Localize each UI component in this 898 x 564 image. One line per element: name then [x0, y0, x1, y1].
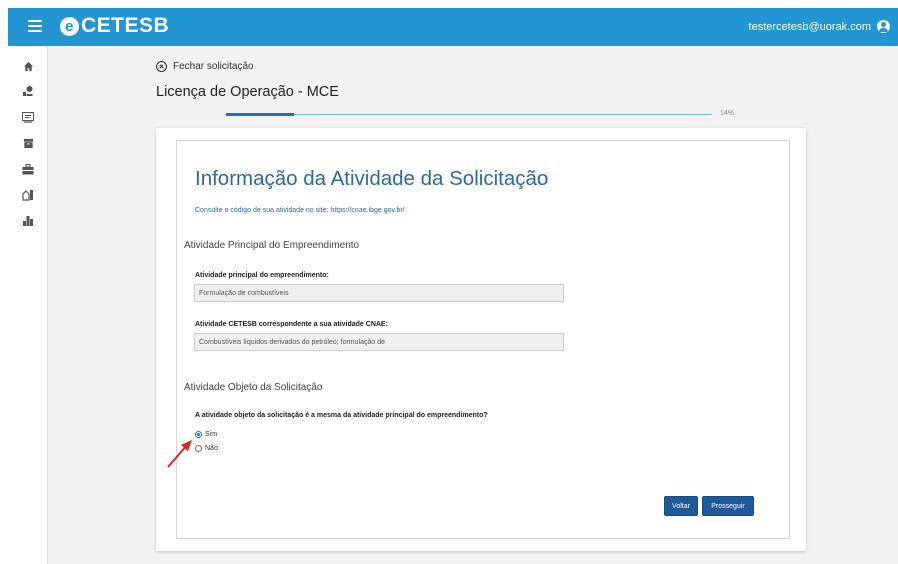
cnae-help-link[interactable]: Consulte o código de sua atividade no si…: [195, 207, 405, 214]
progress-bar: [226, 113, 712, 116]
user-menu[interactable]: testercetesb@uorak.com: [749, 20, 890, 33]
cetesb-activity-field[interactable]: Combustíveis líquidos derivados do petró…: [194, 333, 564, 351]
radio-no-button[interactable]: [195, 445, 202, 452]
progress-fill: [226, 113, 295, 116]
back-button[interactable]: Voltar: [664, 496, 698, 516]
top-bar: e CETESB testercetesb@uorak.com: [8, 8, 898, 46]
sidebar: [8, 46, 48, 564]
logo-mark-icon: e: [60, 16, 79, 36]
archive-icon[interactable]: [21, 136, 35, 150]
user-account-icon[interactable]: [877, 20, 890, 33]
screen-list-icon[interactable]: [21, 110, 35, 124]
main-activity-label: Atividade principal do empreendimento:: [195, 272, 329, 279]
form-heading: Informação da Atividade da Solicitação: [195, 167, 549, 190]
close-request-link[interactable]: Fechar solicitação: [156, 61, 254, 72]
radio-no-label: Não: [205, 445, 218, 452]
form-card: Informação da Atividade da Solicitação C…: [156, 128, 806, 551]
progress-label: 14%: [720, 110, 735, 117]
tree-location-icon[interactable]: [21, 84, 35, 98]
section-main-activity-title: Atividade Principal do Empreendimento: [184, 240, 360, 251]
app-logo[interactable]: e CETESB: [60, 14, 169, 38]
menu-icon[interactable]: [28, 20, 42, 34]
radio-yes-label: Sim: [205, 431, 218, 438]
same-activity-question: A atividade objeto da solicitação é a me…: [195, 412, 488, 419]
cetesb-activity-label: Atividade CETESB correspondente a sua at…: [195, 321, 388, 328]
close-request-label: Fechar solicitação: [173, 61, 254, 72]
main-activity-field[interactable]: Formulação de combustíveis: [194, 284, 564, 302]
city-icon[interactable]: [21, 214, 35, 228]
building-icon[interactable]: [21, 188, 35, 202]
logo-text: CETESB: [81, 14, 170, 37]
page-title: Licença de Operação - MCE: [156, 84, 339, 100]
section-request-activity-title: Atividade Objeto da Solicitação: [184, 382, 323, 393]
radio-yes-button[interactable]: [195, 431, 202, 438]
radio-option-yes[interactable]: Sim: [195, 431, 217, 438]
close-circle-icon[interactable]: [156, 61, 167, 72]
annotation-arrow-icon: [167, 440, 192, 468]
next-button[interactable]: Prosseguir: [702, 496, 754, 516]
user-email: testercetesb@uorak.com: [748, 20, 871, 33]
radio-option-no[interactable]: Não: [195, 445, 218, 452]
home-icon[interactable]: [21, 59, 35, 73]
briefcase-icon[interactable]: [21, 162, 35, 176]
form-panel: Informação da Atividade da Solicitação C…: [176, 140, 790, 539]
